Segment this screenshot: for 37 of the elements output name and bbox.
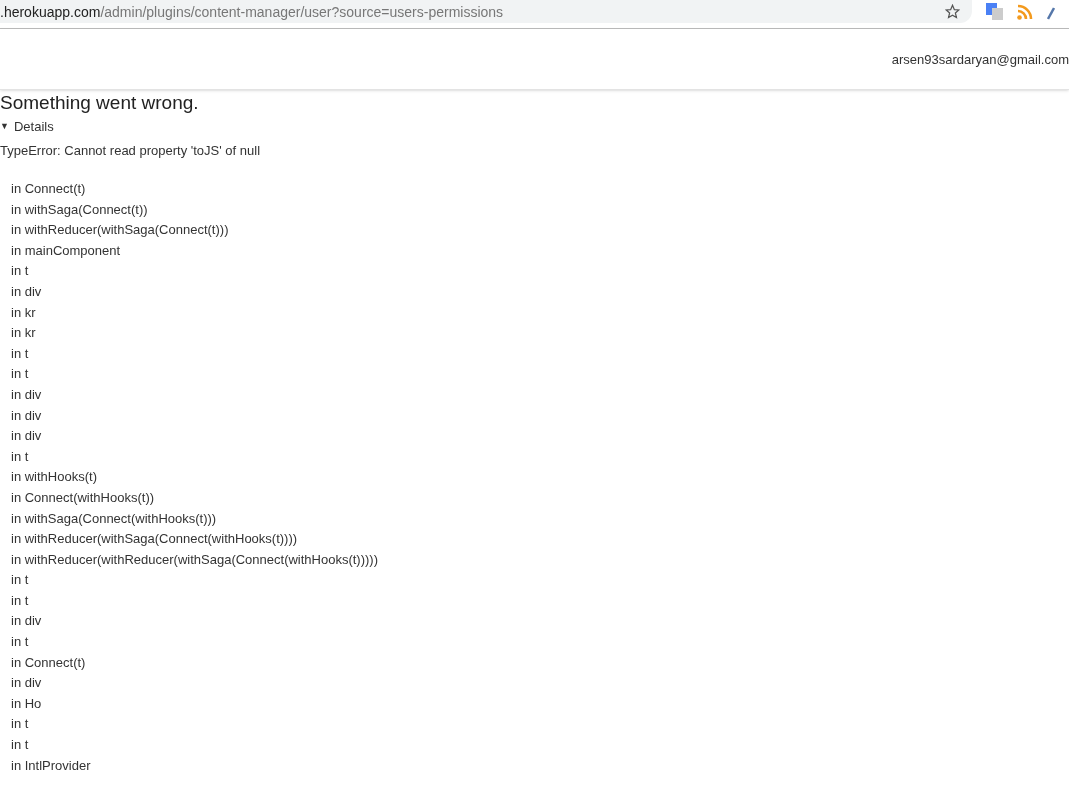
stack-line: in Connect(t) xyxy=(11,653,86,672)
stack-line: in withReducer(withReducer(withSaga(Connect(withHooks(t))))) xyxy=(11,550,378,569)
stack-line: in t xyxy=(11,715,29,734)
stack-line: in t xyxy=(11,591,29,610)
stack-line: in IntlProvider xyxy=(11,756,91,775)
bookmark-star-icon[interactable] xyxy=(945,4,960,19)
user-email[interactable]: arsen93sardaryan@gmail.com xyxy=(891,49,1069,70)
stack-line: in div xyxy=(11,385,42,404)
stack-line: in Connect(t) xyxy=(11,180,86,198)
stack-line: in t xyxy=(11,571,29,590)
stack-line: in kr xyxy=(11,324,36,343)
stack-line: in Ho xyxy=(11,694,42,713)
stack-line: in div xyxy=(11,612,42,631)
error-message: TypeError: Cannot read property 'toJS' of null xyxy=(0,141,261,160)
stack-line: in withHooks(t) xyxy=(11,468,97,487)
error-title: Something went wrong. xyxy=(0,91,199,115)
stack-line: in t xyxy=(11,344,29,363)
stack-line: in withReducer(withSaga(Connect(t))) xyxy=(11,221,229,240)
translate-icon[interactable] xyxy=(986,3,1003,20)
stack-line: in div xyxy=(11,282,42,301)
stack-line: in mainComponent xyxy=(11,241,121,260)
stack-line: in t xyxy=(11,365,29,384)
stack-line: in t xyxy=(11,736,29,755)
stack-line: in Connect(withHooks(t)) xyxy=(11,488,155,507)
url-text: .herokuapp.com/admin/plugins/content-manager/user?source=users-permissions xyxy=(0,4,504,19)
address-bar[interactable]: .herokuapp.com/admin/plugins/content-manager/user?source=users-permissions xyxy=(0,0,972,23)
stack-line: in div xyxy=(11,674,42,693)
stack-line: in withReducer(withSaga(Connect(withHooks(t)))) xyxy=(11,530,298,549)
stack-line: in div xyxy=(11,427,42,446)
stack-line: in t xyxy=(11,262,29,281)
details-toggle[interactable]: ▼ Details xyxy=(0,117,54,137)
stack-line: in kr xyxy=(11,303,36,322)
stack-line: in withSaga(Connect(withHooks(t))) xyxy=(11,509,217,528)
stack-line: in t xyxy=(11,633,29,652)
stack-line: in t xyxy=(11,447,29,466)
stack-line: in withSaga(Connect(t)) xyxy=(11,200,148,219)
stack-line: in div xyxy=(11,406,42,425)
